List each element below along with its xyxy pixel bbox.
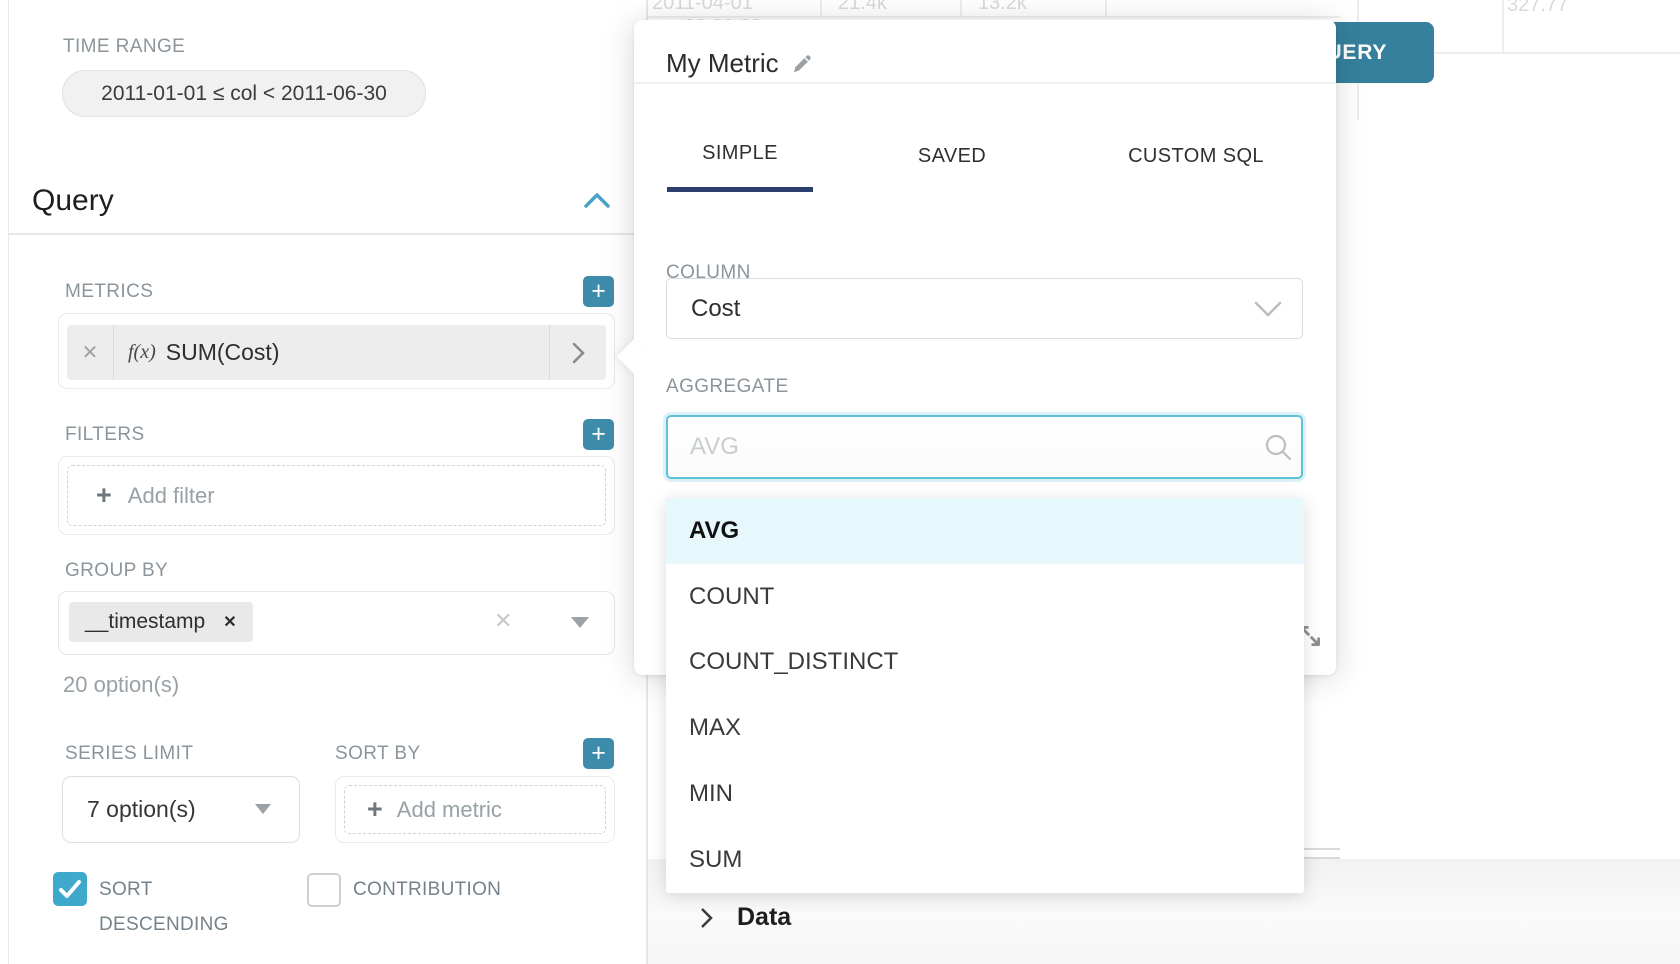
series-limit-label: SERIES LIMIT	[65, 743, 193, 765]
add-sort-metric-dropzone[interactable]: + Add metric	[344, 785, 606, 834]
add-filter-dropzone[interactable]: + Add filter	[67, 465, 606, 526]
collapse-section-icon[interactable]	[583, 192, 611, 209]
series-limit-value: 7 option(s)	[87, 777, 196, 842]
table-cell-value2: 13.2k	[978, 0, 1027, 15]
metric-container: ✕ f(x) SUM(Cost)	[58, 313, 615, 389]
add-filter-plus-button[interactable]: +	[583, 419, 614, 450]
aggregate-input[interactable]	[666, 415, 1303, 479]
plus-icon: +	[367, 796, 383, 823]
table-cell-date: 2011-04-01	[652, 0, 753, 15]
checkmark-icon	[53, 872, 87, 906]
metric-expand-button[interactable]	[549, 325, 606, 380]
metric-chip-body[interactable]: f(x) SUM(Cost)	[114, 325, 549, 380]
function-icon: f(x)	[128, 341, 156, 364]
table-gridline	[1502, 0, 1504, 52]
table-cell-value3: 327.77	[1507, 0, 1568, 17]
option-count-distinct[interactable]: COUNT_DISTINCT	[666, 630, 1304, 696]
remove-metric-icon[interactable]: ✕	[67, 325, 114, 380]
popover-header-divider	[634, 82, 1336, 84]
sort-descending-checkbox[interactable]	[53, 872, 87, 906]
tab-simple[interactable]: SIMPLE	[667, 120, 813, 192]
contribution-control: CONTRIBUTION	[307, 872, 501, 907]
caret-down-icon[interactable]	[571, 617, 589, 628]
metric-name: SUM(Cost)	[166, 339, 280, 366]
sort-by-container: + Add metric	[335, 776, 615, 843]
option-max[interactable]: MAX	[666, 695, 1304, 761]
time-range-label: TIME RANGE	[63, 36, 185, 58]
explore-view: 2011-04-01 00:00:00 21.4k 13.2k 327.77 R…	[0, 0, 1680, 964]
filters-container: + Add filter	[58, 456, 615, 535]
series-limit-select[interactable]: 7 option(s)	[62, 776, 300, 843]
aggregate-options-menu: AVG COUNT COUNT_DISTINCT MAX MIN SUM	[666, 498, 1304, 893]
panel-left-edge	[8, 0, 9, 964]
group-by-label: GROUP BY	[65, 560, 168, 582]
column-select-value: Cost	[691, 279, 740, 338]
chevron-right-icon	[572, 342, 585, 364]
tab-saved[interactable]: SAVED	[879, 120, 1025, 192]
plus-icon: +	[96, 482, 112, 509]
control-panel: TIME RANGE 2011-01-01 ≤ col < 2011-06-30…	[0, 0, 646, 964]
filters-label: FILTERS	[65, 424, 145, 446]
popover-title: My Metric	[666, 48, 779, 79]
query-section-title: Query	[32, 184, 114, 218]
contribution-checkbox[interactable]	[307, 873, 341, 907]
group-by-select[interactable]: __timestamp ✕ ✕	[58, 591, 615, 655]
table-gridline	[820, 0, 822, 17]
group-by-chip-label: __timestamp	[85, 610, 205, 634]
edit-pencil-icon[interactable]	[791, 52, 814, 75]
sort-by-label: SORT BY	[335, 743, 421, 765]
data-panel-title: Data	[737, 903, 791, 932]
sort-descending-label: SORT DESCENDING	[99, 872, 219, 942]
clear-select-icon[interactable]: ✕	[494, 608, 512, 634]
table-cell-value1: 21.4k	[838, 0, 887, 15]
group-by-chip[interactable]: __timestamp ✕	[69, 602, 253, 642]
sort-descending-control: SORT DESCENDING	[53, 872, 233, 942]
metric-tabs: SIMPLE SAVED CUSTOM SQL	[667, 120, 1301, 192]
table-gridline	[1105, 0, 1107, 17]
table-gridline	[960, 0, 962, 17]
caret-down-icon	[255, 804, 271, 814]
add-sort-metric-plus-button[interactable]: +	[583, 738, 614, 769]
chevron-down-icon	[1254, 301, 1282, 318]
remove-chip-icon[interactable]: ✕	[223, 612, 236, 632]
chevron-right-icon	[700, 907, 713, 929]
add-filter-placeholder: Add filter	[128, 483, 215, 509]
contribution-label: CONTRIBUTION	[353, 872, 501, 907]
option-min[interactable]: MIN	[666, 761, 1304, 827]
add-metric-placeholder: Add metric	[397, 797, 502, 823]
time-range-pill[interactable]: 2011-01-01 ≤ col < 2011-06-30	[62, 70, 426, 117]
aggregate-label: AGGREGATE	[666, 376, 789, 398]
tab-custom-sql[interactable]: CUSTOM SQL	[1091, 120, 1301, 192]
group-by-options-count: 20 option(s)	[63, 672, 179, 698]
column-select[interactable]: Cost	[666, 278, 1303, 339]
option-count[interactable]: COUNT	[666, 564, 1304, 630]
table-gridline	[646, 16, 1340, 18]
option-sum[interactable]: SUM	[666, 827, 1304, 893]
metric-chip[interactable]: ✕ f(x) SUM(Cost)	[67, 325, 606, 380]
data-panel-header[interactable]: Data	[700, 903, 791, 932]
option-avg[interactable]: AVG	[666, 498, 1304, 564]
metrics-label: METRICS	[65, 281, 153, 303]
add-metric-plus-button[interactable]: +	[583, 276, 614, 307]
section-divider	[8, 233, 640, 235]
